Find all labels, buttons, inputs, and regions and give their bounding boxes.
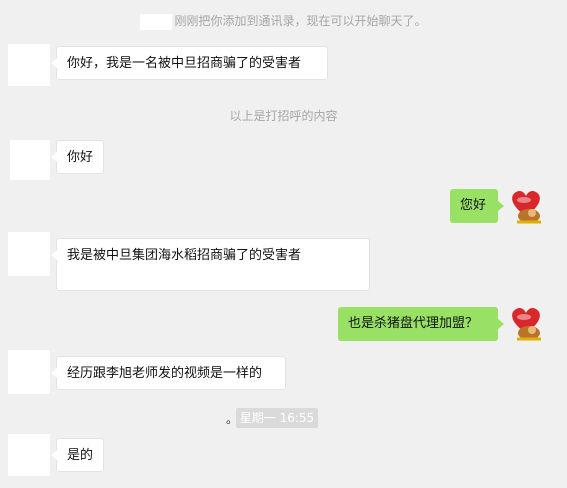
- message-bubble-incoming[interactable]: 你好: [51, 140, 104, 174]
- message-text: 您好: [460, 198, 487, 213]
- added-contact-notice: 刚刚把你添加到通讯录，现在可以开始聊天了。: [0, 12, 567, 30]
- message-text: 你好，我是一名被中旦招商骗了的受害者: [67, 56, 302, 71]
- message-bubble-outgoing[interactable]: 您好: [450, 189, 504, 223]
- redacted-name: [140, 13, 173, 30]
- contact-avatar[interactable]: [8, 44, 50, 86]
- message-bubble-incoming[interactable]: 是的: [51, 438, 104, 472]
- notice-text: 刚刚把你添加到通讯录，现在可以开始聊天了。: [174, 14, 427, 28]
- greeting-separator: 以上是打招呼的内容: [229, 109, 338, 123]
- contact-avatar[interactable]: [8, 350, 50, 394]
- message-bubble-incoming[interactable]: 经历跟李旭老师发的视频是一样的: [51, 356, 286, 390]
- message-bubble-incoming[interactable]: 我是被中旦集团海水稻招商骗了的受害者: [51, 238, 370, 291]
- message-text: 是的: [67, 448, 94, 463]
- message-bubble-incoming[interactable]: 你好，我是一名被中旦招商骗了的受害者: [51, 46, 328, 80]
- contact-avatar[interactable]: [10, 140, 50, 180]
- timestamp-badge: 星期一 16:55: [236, 408, 318, 428]
- heart-cartoon-avatar-icon[interactable]: [507, 186, 545, 226]
- message-text: 你好: [67, 150, 94, 165]
- contact-avatar[interactable]: [8, 232, 50, 276]
- message-text: 也是杀猪盘代理加盟？: [348, 316, 479, 331]
- message-text: 经历跟李旭老师发的视频是一样的: [67, 366, 263, 381]
- message-bubble-outgoing[interactable]: 也是杀猪盘代理加盟？: [338, 307, 504, 341]
- message-text: 我是被中旦集团海水稻招商骗了的受害者: [67, 248, 302, 263]
- heart-cartoon-avatar-icon[interactable]: [507, 303, 545, 343]
- contact-avatar[interactable]: [8, 434, 50, 476]
